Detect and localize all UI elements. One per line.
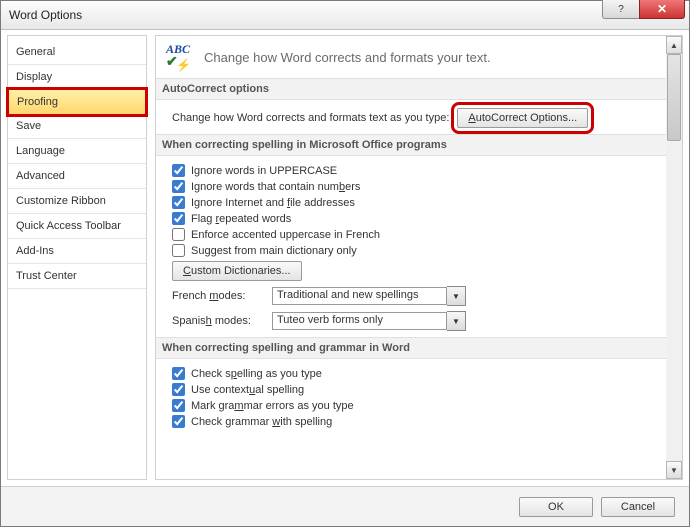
sidebar-item-language[interactable]: Language [8, 139, 146, 164]
chevron-up-icon: ▲ [670, 41, 678, 50]
french-modes-label: French modes: [172, 290, 272, 302]
title-bar[interactable]: Word Options ? ✕ [1, 1, 689, 30]
check-spelling-as-type[interactable]: Check spelling as you type [172, 367, 656, 380]
checkbox-ignore-uppercase[interactable] [172, 164, 185, 177]
group-word-spelling-title: When correcting spelling and grammar in … [156, 337, 666, 359]
checkbox-grammar-as-type[interactable] [172, 399, 185, 412]
check-ignore-internet[interactable]: Ignore Internet and file addresses [172, 196, 656, 209]
custom-dictionaries-button[interactable]: Custom Dictionaries... [172, 261, 302, 281]
scroll-up-button[interactable]: ▲ [666, 36, 682, 54]
checkbox-main-dictionary[interactable] [172, 244, 185, 257]
sidebar-item-save[interactable]: Save [8, 114, 146, 139]
chevron-down-icon: ▼ [452, 292, 460, 301]
checkbox-spelling-as-type[interactable] [172, 367, 185, 380]
window-controls: ? ✕ [603, 0, 685, 19]
close-button[interactable]: ✕ [639, 0, 685, 19]
sidebar-item-display[interactable]: Display [8, 65, 146, 90]
scroll-track[interactable] [666, 54, 682, 461]
checkbox-accented-french[interactable] [172, 228, 185, 241]
check-main-dictionary[interactable]: Suggest from main dictionary only [172, 244, 656, 257]
sidebar-item-trust-center[interactable]: Trust Center [8, 264, 146, 289]
check-grammar-as-type[interactable]: Mark grammar errors as you type [172, 399, 656, 412]
category-sidebar: General Display Proofing Save Language A… [7, 35, 147, 480]
sidebar-item-advanced[interactable]: Advanced [8, 164, 146, 189]
french-modes-dropdown-button[interactable]: ▼ [447, 286, 466, 306]
checkbox-ignore-numbers[interactable] [172, 180, 185, 193]
sidebar-item-qat[interactable]: Quick Access Toolbar [8, 214, 146, 239]
help-icon: ? [618, 4, 624, 15]
check-flag-repeated[interactable]: Flag repeated words [172, 212, 656, 225]
checkbox-flag-repeated[interactable] [172, 212, 185, 225]
ok-button[interactable]: OK [519, 497, 593, 517]
close-icon: ✕ [657, 2, 667, 16]
spanish-modes-dropdown-button[interactable]: ▼ [447, 311, 466, 331]
cancel-button[interactable]: Cancel [601, 497, 675, 517]
spanish-modes-label: Spanish modes: [172, 315, 272, 327]
chevron-down-icon: ▼ [670, 466, 678, 475]
check-accented-french[interactable]: Enforce accented uppercase in French [172, 228, 656, 241]
settings-panel: ABC✔⚡ Change how Word corrects and forma… [155, 35, 683, 480]
chevron-down-icon: ▼ [452, 317, 460, 326]
dialog-footer: OK Cancel [1, 486, 689, 526]
autocorrect-desc: Change how Word corrects and formats tex… [172, 112, 449, 124]
vertical-scrollbar[interactable]: ▲ ▼ [666, 36, 682, 479]
settings-scroll-area: ABC✔⚡ Change how Word corrects and forma… [156, 36, 666, 479]
sidebar-item-add-ins[interactable]: Add-Ins [8, 239, 146, 264]
scroll-down-button[interactable]: ▼ [666, 461, 682, 479]
check-grammar-with-spelling[interactable]: Check grammar with spelling [172, 415, 656, 428]
help-button[interactable]: ? [602, 0, 640, 19]
window-title: Word Options [1, 8, 82, 22]
check-ignore-uppercase[interactable]: Ignore words in UPPERCASE [172, 164, 656, 177]
check-ignore-numbers[interactable]: Ignore words that contain numbers [172, 180, 656, 193]
page-heading: Change how Word corrects and formats you… [204, 50, 491, 65]
spanish-modes-value: Tuteo verb forms only [272, 312, 447, 330]
group-autocorrect-title: AutoCorrect options [156, 78, 666, 100]
checkbox-grammar-with-spelling[interactable] [172, 415, 185, 428]
checkbox-contextual-spelling[interactable] [172, 383, 185, 396]
sidebar-item-customize-ribbon[interactable]: Customize Ribbon [8, 189, 146, 214]
sidebar-item-general[interactable]: General [8, 40, 146, 65]
checkbox-ignore-internet[interactable] [172, 196, 185, 209]
proofing-icon: ABC✔⚡ [166, 44, 194, 70]
autocorrect-options-button[interactable]: AutoCorrect Options... [457, 108, 588, 128]
scroll-thumb[interactable] [667, 54, 681, 141]
sidebar-item-proofing[interactable]: Proofing [8, 89, 146, 115]
spanish-modes-combo[interactable]: Tuteo verb forms only ▼ [272, 311, 466, 331]
french-modes-value: Traditional and new spellings [272, 287, 447, 305]
group-office-spelling-title: When correcting spelling in Microsoft Of… [156, 134, 666, 156]
french-modes-combo[interactable]: Traditional and new spellings ▼ [272, 286, 466, 306]
word-options-dialog: Word Options ? ✕ General Display Proofin… [0, 0, 690, 527]
check-contextual-spelling[interactable]: Use contextual spelling [172, 383, 656, 396]
autocorrect-btn-rest: utoCorrect Options... [476, 112, 578, 124]
dialog-body: General Display Proofing Save Language A… [1, 29, 689, 486]
